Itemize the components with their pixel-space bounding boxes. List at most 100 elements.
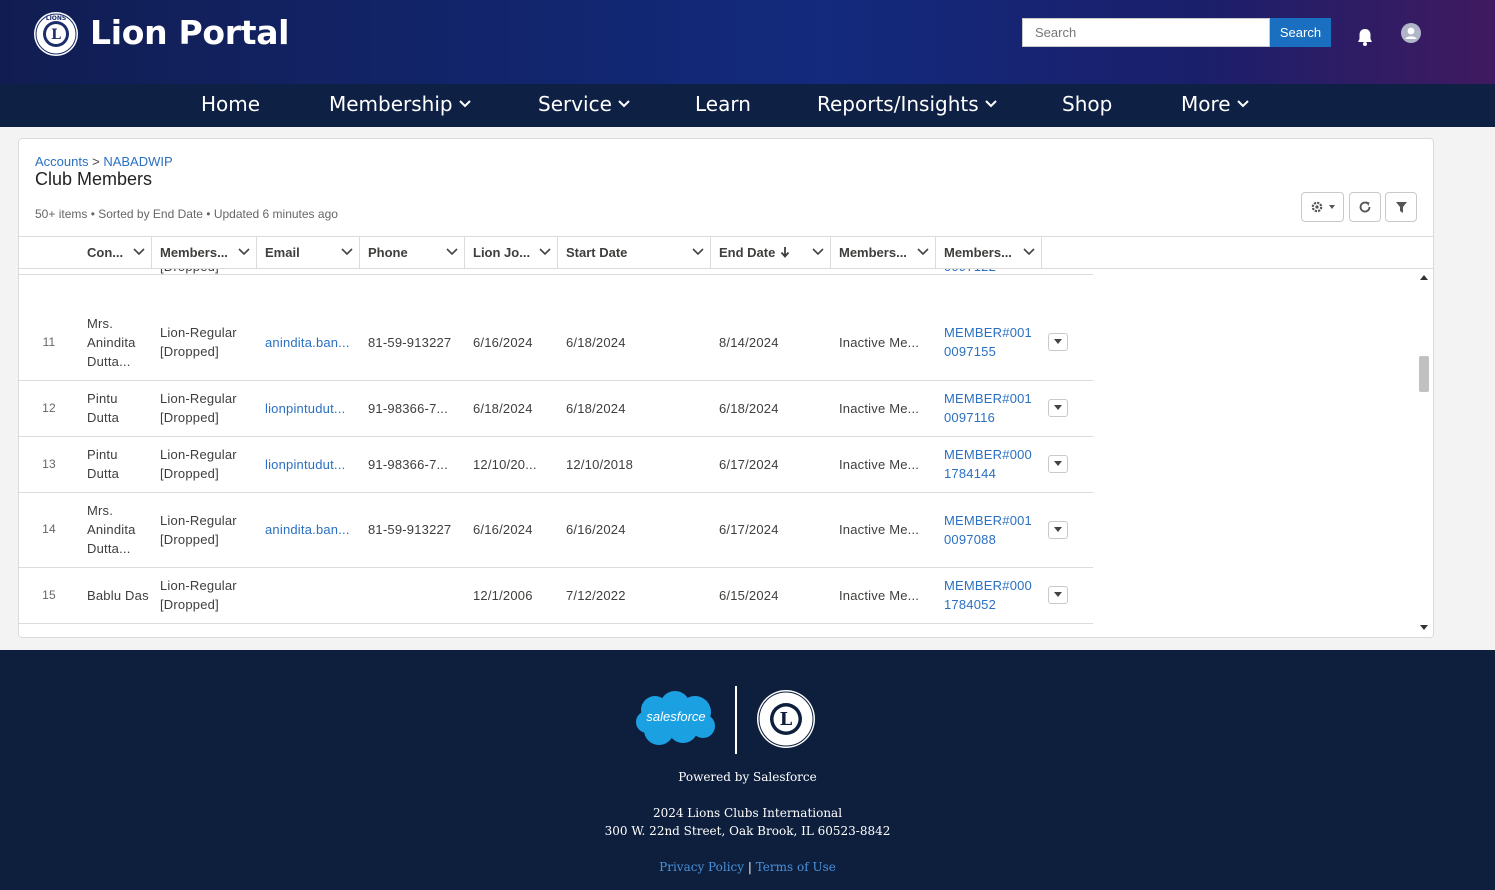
scroll-down-arrow-icon[interactable]: [1420, 625, 1428, 631]
chevron-down-icon[interactable]: [812, 248, 824, 256]
column-header-member-id[interactable]: Members...: [936, 237, 1042, 269]
member-id-cell[interactable]: MEMBER#001 0097088: [944, 492, 1040, 567]
user-avatar-icon[interactable]: [1401, 23, 1421, 43]
filter-button[interactable]: [1385, 192, 1417, 222]
row-actions-button[interactable]: [1048, 333, 1068, 351]
column-label: Members...: [839, 245, 907, 260]
member-id-cell-link[interactable]: MEMBER#000 1784052: [944, 576, 1040, 614]
column-header-membership-type[interactable]: Members...: [152, 237, 257, 269]
email-cell[interactable]: [265, 623, 358, 637]
nav-service[interactable]: Service: [538, 84, 630, 127]
start-date-cell: 6/18/2024: [566, 304, 709, 380]
email-cell-link[interactable]: lionpintudut...: [265, 455, 345, 474]
salesforce-logo[interactable]: salesforce: [633, 690, 717, 748]
table-row[interactable]: 13 Pintu Dutta Lion-Regular [Dropped] lionp…: [19, 436, 1093, 493]
member-id-cell-link[interactable]: MEMBER#001 0097116: [944, 389, 1040, 427]
chevron-down-icon[interactable]: [133, 248, 145, 256]
nav-shop[interactable]: Shop: [1062, 84, 1112, 127]
breadcrumb-separator: >: [92, 154, 100, 169]
column-header-lion-join[interactable]: Lion Jo...: [465, 237, 558, 269]
chevron-down-icon[interactable]: [446, 248, 458, 256]
contact-name-cell: Mrs. Anindita Dutta...: [87, 304, 150, 380]
refresh-button[interactable]: [1349, 192, 1381, 222]
lion-join-date-cell-text: 12/1/2006: [473, 587, 533, 603]
nav-home[interactable]: Home: [201, 84, 260, 127]
column-header-phone[interactable]: Phone: [360, 237, 465, 269]
search-input[interactable]: [1022, 18, 1270, 47]
nav-membership[interactable]: Membership: [329, 84, 471, 127]
column-label: Members...: [160, 245, 228, 260]
email-cell[interactable]: [265, 269, 358, 274]
member-id-cell[interactable]: MEMBER#001 0097155: [944, 304, 1040, 380]
member-id-cell[interactable]: MEMBER#000 1784144: [944, 436, 1040, 492]
row-actions-button[interactable]: [1048, 586, 1068, 604]
contact-name-cell: Pintu Dutta: [87, 380, 150, 436]
email-cell[interactable]: lionpintudut...: [265, 380, 358, 436]
search-button[interactable]: Search: [1270, 18, 1331, 47]
column-header-email[interactable]: Email: [257, 237, 360, 269]
table-row[interactable]: 15 Bablu Das Lion-Regular [Dropped] 12/1/20…: [19, 567, 1093, 624]
row-number-cell-text: 11: [42, 334, 56, 349]
breadcrumb-account-link[interactable]: NABADWIP: [103, 154, 172, 169]
footer-logo-divider: [735, 686, 737, 754]
lions-logo-icon[interactable]: L LIONS: [33, 11, 79, 57]
nav-reports-insights[interactable]: Reports/Insights: [817, 84, 997, 127]
member-id-cell-link[interactable]: MEMBER#001 0097122: [944, 269, 1040, 274]
chevron-down-icon: [1328, 205, 1335, 209]
member-id-cell-link[interactable]: MEMBER#000 1784144: [944, 445, 1040, 483]
end-date-cell-text: 6/17/2024: [719, 456, 779, 472]
email-cell-link[interactable]: lionpintudut...: [265, 399, 345, 418]
chevron-down-icon[interactable]: [238, 248, 250, 256]
table-row[interactable]: 11 Mrs. Anindita Dutta... Lion-Regular [Dr…: [19, 304, 1093, 381]
breadcrumb-accounts-link[interactable]: Accounts: [35, 154, 88, 169]
chevron-down-icon[interactable]: [1023, 248, 1035, 256]
column-header-membership-status[interactable]: Members...: [831, 237, 936, 269]
member-id-cell-link[interactable]: MEMBER#001 0097155: [944, 323, 1040, 361]
email-cell[interactable]: lionpintudut...: [265, 436, 358, 492]
chevron-down-icon[interactable]: [341, 248, 353, 256]
nav-service-label: Service: [538, 92, 612, 116]
breadcrumb: Accounts > NABADWIP: [35, 154, 173, 169]
member-id-cell[interactable]: MEMBER#001 0097116: [944, 380, 1040, 436]
lion-join-date-cell: 6/16/2024: [473, 304, 556, 380]
table-row[interactable]: 16 Mr.: [19, 623, 1093, 637]
email-cell-link[interactable]: anindita.ban...: [265, 520, 350, 539]
notifications-bell-icon[interactable]: [1354, 26, 1376, 48]
column-header-start-date[interactable]: Start Date: [558, 237, 711, 269]
row-number-cell-text: 15: [42, 587, 56, 602]
email-cell[interactable]: anindita.ban...: [265, 304, 358, 380]
scrollbar-thumb[interactable]: [1419, 356, 1429, 392]
email-cell[interactable]: [265, 567, 358, 623]
email-cell[interactable]: anindita.ban...: [265, 492, 358, 567]
portal-brand-title[interactable]: Lion Portal: [90, 13, 289, 52]
lions-international-logo[interactable]: L: [756, 689, 816, 749]
member-id-cell-link[interactable]: MEMBER#001 0097088: [944, 511, 1040, 549]
row-actions-button[interactable]: [1048, 399, 1068, 417]
column-label: Email: [265, 245, 300, 260]
membership-type-cell: [160, 623, 255, 637]
member-id-cell[interactable]: MEMBER#000 1784052: [944, 567, 1040, 623]
terms-of-use-link[interactable]: Terms of Use: [756, 860, 836, 874]
table-scrollbar[interactable]: [1415, 269, 1433, 637]
table-row[interactable]: 10 Bablu Das Lion-Regular [Dropped] 6/16/20…: [19, 269, 1093, 275]
row-actions-button[interactable]: [1048, 520, 1068, 539]
column-header-contact[interactable]: Con...: [79, 237, 152, 269]
member-id-cell[interactable]: MEMBER#001 0097122: [944, 269, 1040, 274]
list-settings-button[interactable]: [1301, 192, 1344, 222]
scroll-up-arrow-icon[interactable]: [1420, 274, 1428, 280]
nav-more[interactable]: More: [1181, 84, 1249, 127]
membership-type-cell: Lion-Regular [Dropped]: [160, 304, 255, 380]
privacy-policy-link[interactable]: Privacy Policy: [659, 860, 744, 874]
chevron-down-icon[interactable]: [692, 248, 704, 256]
nav-learn[interactable]: Learn: [695, 84, 751, 127]
member-id-cell[interactable]: [944, 623, 1040, 637]
table-row[interactable]: 14 Mrs. Anindita Dutta... Lion-Regular [Dr…: [19, 492, 1093, 568]
row-actions-button[interactable]: [1048, 455, 1068, 473]
phone-cell: [368, 623, 463, 637]
chevron-down-icon[interactable]: [917, 248, 929, 256]
column-header-end-date[interactable]: End Date: [711, 237, 831, 269]
chevron-down-icon[interactable]: [539, 248, 551, 256]
powered-by-text: Powered by Salesforce: [678, 770, 817, 784]
table-row[interactable]: 12 Pintu Dutta Lion-Regular [Dropped] lionp…: [19, 380, 1093, 437]
email-cell-link[interactable]: anindita.ban...: [265, 333, 350, 352]
